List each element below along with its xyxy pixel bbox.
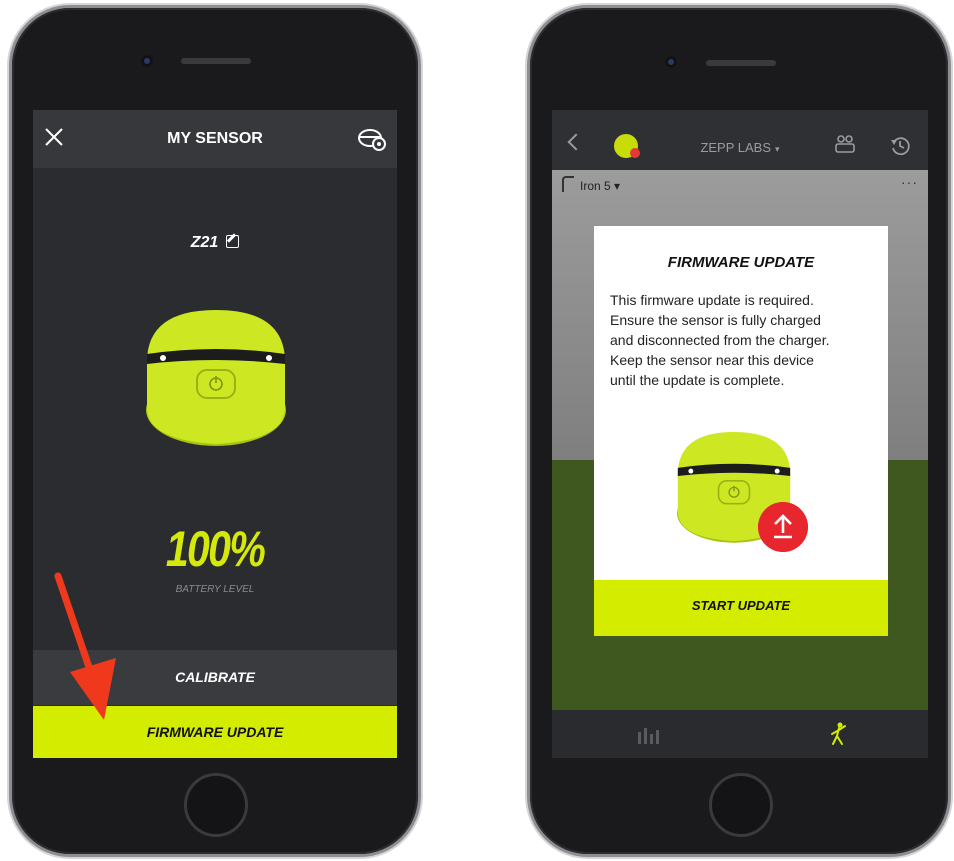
upload-icon (758, 502, 808, 552)
dialog-message: This firmware update is required. Ensure… (610, 290, 876, 390)
tab-bar (552, 710, 928, 758)
stats-icon[interactable] (636, 724, 660, 744)
club-selector[interactable]: Iron 5 ▾ (562, 176, 620, 193)
message-line: Keep the sensor near this device (610, 352, 814, 368)
friends-icon[interactable] (834, 134, 856, 154)
sensor-name: Z21 (190, 234, 219, 251)
home-button[interactable] (184, 773, 248, 837)
message-line: This firmware update is required. (610, 292, 814, 308)
chevron-down-icon: ▾ (775, 144, 780, 154)
right-screen: ZEPP LABS ▾ Iron 5 ▾ ··· FIRMWARE UPDATE… (552, 110, 928, 758)
battery-percentage: 100% (165, 521, 266, 577)
header: MY SENSOR (33, 110, 397, 168)
sensor-settings-icon[interactable] (357, 126, 387, 152)
club-label: Iron 5 ▾ (580, 179, 621, 193)
account-name: ZEPP LABS (700, 140, 772, 155)
sensor-image (146, 310, 286, 446)
front-camera (665, 56, 677, 68)
edit-icon[interactable] (226, 235, 240, 248)
message-line: until the update is complete. (610, 372, 785, 388)
more-icon[interactable]: ··· (901, 174, 918, 190)
front-camera (141, 55, 153, 67)
history-icon[interactable] (890, 136, 910, 156)
account-selector[interactable]: ZEPP LABS ▾ (552, 140, 928, 155)
red-arrow (54, 572, 116, 720)
earpiece-speaker (181, 58, 251, 64)
header: ZEPP LABS ▾ (552, 110, 928, 170)
sensor-name-row: Z21 (33, 234, 397, 252)
page-title: MY SENSOR (167, 130, 263, 147)
start-update-button[interactable]: START UPDATE (594, 580, 888, 636)
home-button[interactable] (709, 773, 773, 837)
earpiece-speaker (706, 60, 776, 66)
golfer-icon[interactable] (828, 722, 848, 746)
dialog-title: FIRMWARE UPDATE (667, 254, 815, 271)
club-icon (562, 176, 574, 192)
message-line: Ensure the sensor is fully charged (610, 312, 821, 328)
message-line: and disconnected from the charger. (610, 332, 830, 348)
firmware-update-dialog: FIRMWARE UPDATE This firmware update is … (594, 226, 888, 636)
